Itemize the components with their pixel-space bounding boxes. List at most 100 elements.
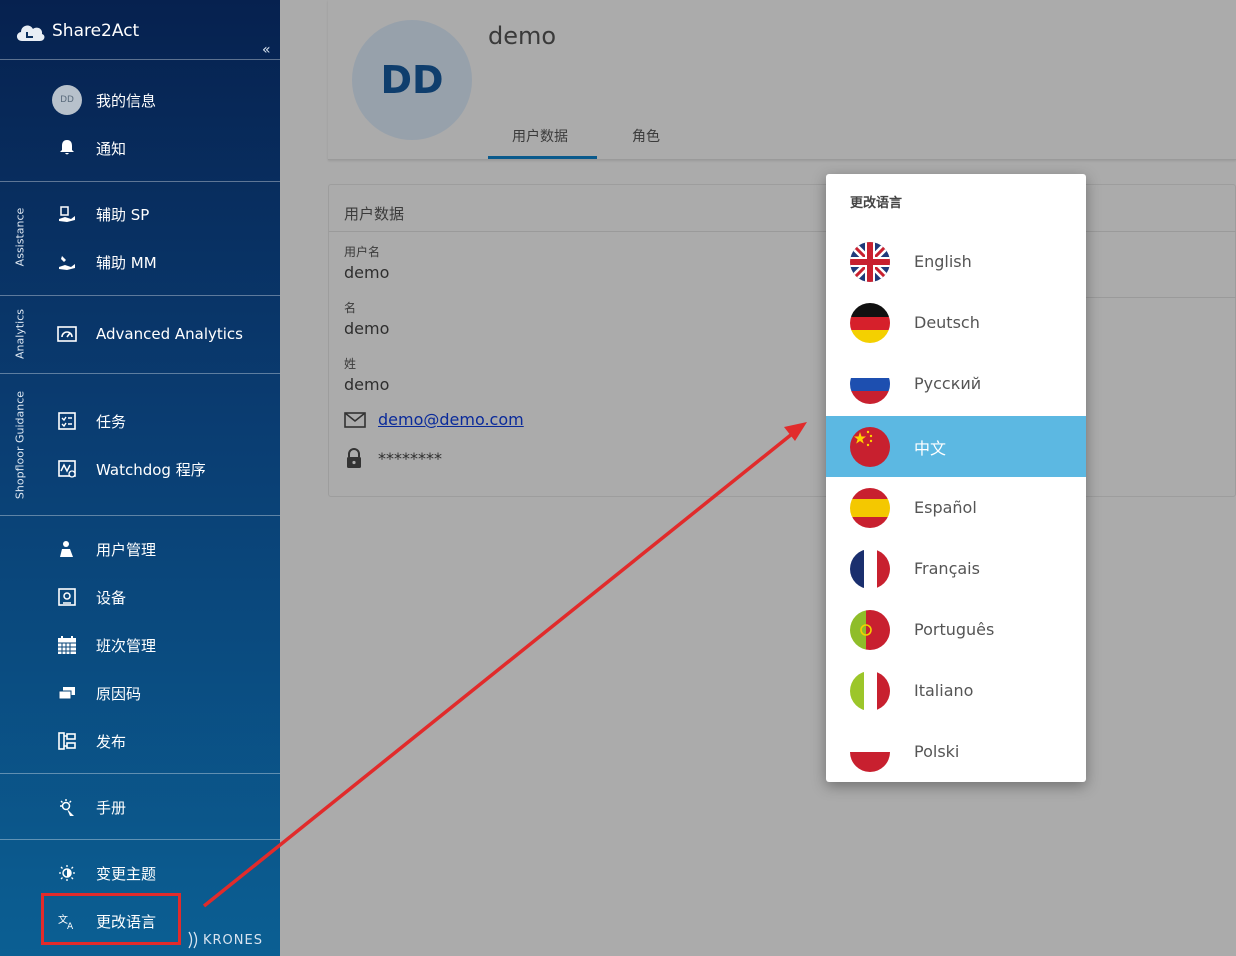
collapse-sidebar-icon[interactable]: « xyxy=(262,42,271,58)
sidebar-item-shift-management[interactable]: 班次管理 xyxy=(52,629,156,661)
spain-flag-icon xyxy=(850,487,890,528)
language-name: Français xyxy=(914,559,980,578)
language-item-spanish[interactable]: Español xyxy=(826,477,1086,538)
section-label-assistance: Assistance xyxy=(13,207,27,267)
divider xyxy=(0,373,280,374)
theme-icon xyxy=(52,858,82,888)
language-item-english[interactable]: English xyxy=(826,231,1086,292)
sidebar-item-label: Watchdog 程序 xyxy=(96,460,206,479)
sidebar-item-publish[interactable]: 发布 xyxy=(52,725,126,757)
language-item-portuguese[interactable]: Português xyxy=(826,599,1086,660)
profile-avatar: DD xyxy=(352,20,472,140)
field-label-first-name: 名 xyxy=(344,301,357,315)
portugal-flag-icon xyxy=(850,609,890,650)
field-value-username: demo xyxy=(344,263,390,282)
password-row: ******** xyxy=(344,447,442,469)
sidebar-item-label: Advanced Analytics xyxy=(96,325,243,343)
language-item-french[interactable]: Français xyxy=(826,538,1086,599)
language-item-polish[interactable]: Polski xyxy=(826,721,1086,782)
language-item-german[interactable]: Deutsch xyxy=(826,292,1086,353)
sidebar-item-assist-mm[interactable]: 辅助 MM xyxy=(52,246,157,278)
field-label-last-name: 姓 xyxy=(344,357,357,371)
tab-user-data[interactable]: 用户数据 xyxy=(512,126,568,146)
sidebar-item-label: 通知 xyxy=(96,139,127,158)
divider xyxy=(0,839,280,840)
app-logo[interactable]: Share2Act xyxy=(14,16,139,46)
brand-name: KRONES xyxy=(203,932,263,948)
language-name: Polski xyxy=(914,742,960,761)
russia-flag-icon xyxy=(850,363,890,404)
divider xyxy=(0,773,280,774)
section-title: 用户数据 xyxy=(344,205,405,223)
sidebar: Share2Act « DD 我的信息 通知 Assistance 辅助 SP … xyxy=(0,0,280,956)
language-name: Español xyxy=(914,498,977,517)
language-name: Deutsch xyxy=(914,313,980,332)
email-row: demo@demo.com xyxy=(344,410,524,429)
language-menu: 更改语言 English Deutsch Русский 中文 Español xyxy=(826,174,1086,782)
avatar: DD xyxy=(52,85,82,115)
sidebar-item-assist-sp[interactable]: 辅助 SP xyxy=(52,198,149,230)
language-name: 中文 xyxy=(914,438,947,458)
assist-mm-icon xyxy=(52,247,82,277)
language-name: Português xyxy=(914,620,995,639)
sidebar-item-label: 变更主题 xyxy=(96,864,157,883)
tab-roles[interactable]: 角色 xyxy=(632,126,660,146)
divider xyxy=(0,181,280,182)
divider xyxy=(0,295,280,296)
sidebar-item-label: 辅助 SP xyxy=(96,205,150,224)
language-item-italian[interactable]: Italiano xyxy=(826,660,1086,721)
field-value-last-name: demo xyxy=(344,375,390,394)
calendar-icon xyxy=(52,630,82,660)
china-flag-icon xyxy=(850,426,890,467)
language-name: Italiano xyxy=(914,681,974,700)
sidebar-item-label: 手册 xyxy=(96,798,127,817)
manual-icon xyxy=(52,792,82,822)
france-flag-icon xyxy=(850,548,890,589)
sidebar-item-user-management[interactable]: 用户管理 xyxy=(52,533,156,565)
publish-icon xyxy=(52,726,82,756)
mail-icon xyxy=(344,411,366,428)
sidebar-item-label: 原因码 xyxy=(96,684,142,703)
user-management-icon xyxy=(52,534,82,564)
sidebar-item-reason-codes[interactable]: 原因码 xyxy=(52,677,141,709)
sidebar-item-my-info[interactable]: DD 我的信息 xyxy=(52,84,156,116)
krones-logo: KRONES xyxy=(186,930,263,950)
italy-flag-icon xyxy=(850,670,890,711)
password-value: ******** xyxy=(378,448,442,468)
field-value-first-name: demo xyxy=(344,319,390,338)
germany-flag-icon xyxy=(850,302,890,343)
sidebar-item-label: 用户管理 xyxy=(96,540,157,559)
active-tab-indicator xyxy=(488,156,597,159)
language-item-russian[interactable]: Русский xyxy=(826,353,1086,414)
sidebar-item-manual[interactable]: 手册 xyxy=(52,791,126,823)
sidebar-item-advanced-analytics[interactable]: Advanced Analytics xyxy=(52,318,243,350)
watchdog-icon xyxy=(52,454,82,484)
field-label-username: 用户名 xyxy=(344,245,381,259)
sidebar-item-label: 辅助 MM xyxy=(96,253,157,272)
lock-icon xyxy=(347,448,361,468)
section-label-analytics: Analytics xyxy=(13,309,27,359)
uk-flag-icon xyxy=(850,241,890,282)
reason-code-icon xyxy=(52,678,82,708)
app-title: Share2Act xyxy=(52,21,140,41)
sidebar-item-label: 发布 xyxy=(96,732,127,751)
sidebar-item-watchdog[interactable]: Watchdog 程序 xyxy=(52,453,206,485)
profile-username: demo xyxy=(488,22,557,50)
device-icon xyxy=(52,582,82,612)
sidebar-item-notifications[interactable]: 通知 xyxy=(52,132,126,164)
sidebar-item-change-theme[interactable]: 变更主题 xyxy=(52,857,156,889)
divider xyxy=(0,515,280,516)
gauge-icon xyxy=(52,319,82,349)
highlight-annotation-box xyxy=(41,893,181,945)
language-name: Русский xyxy=(914,374,982,393)
language-name: English xyxy=(914,252,972,271)
menu-title: 更改语言 xyxy=(850,196,903,211)
email-link[interactable]: demo@demo.com xyxy=(378,410,524,429)
language-item-chinese[interactable]: 中文 xyxy=(826,416,1086,477)
divider xyxy=(1086,297,1236,298)
sidebar-item-devices[interactable]: 设备 xyxy=(52,581,126,613)
sidebar-item-tasks[interactable]: 任务 xyxy=(52,405,126,437)
sidebar-item-label: 我的信息 xyxy=(96,91,157,110)
section-label-shopfloor: Shopfloor Guidance xyxy=(13,390,27,500)
sidebar-item-label: 设备 xyxy=(96,588,127,607)
